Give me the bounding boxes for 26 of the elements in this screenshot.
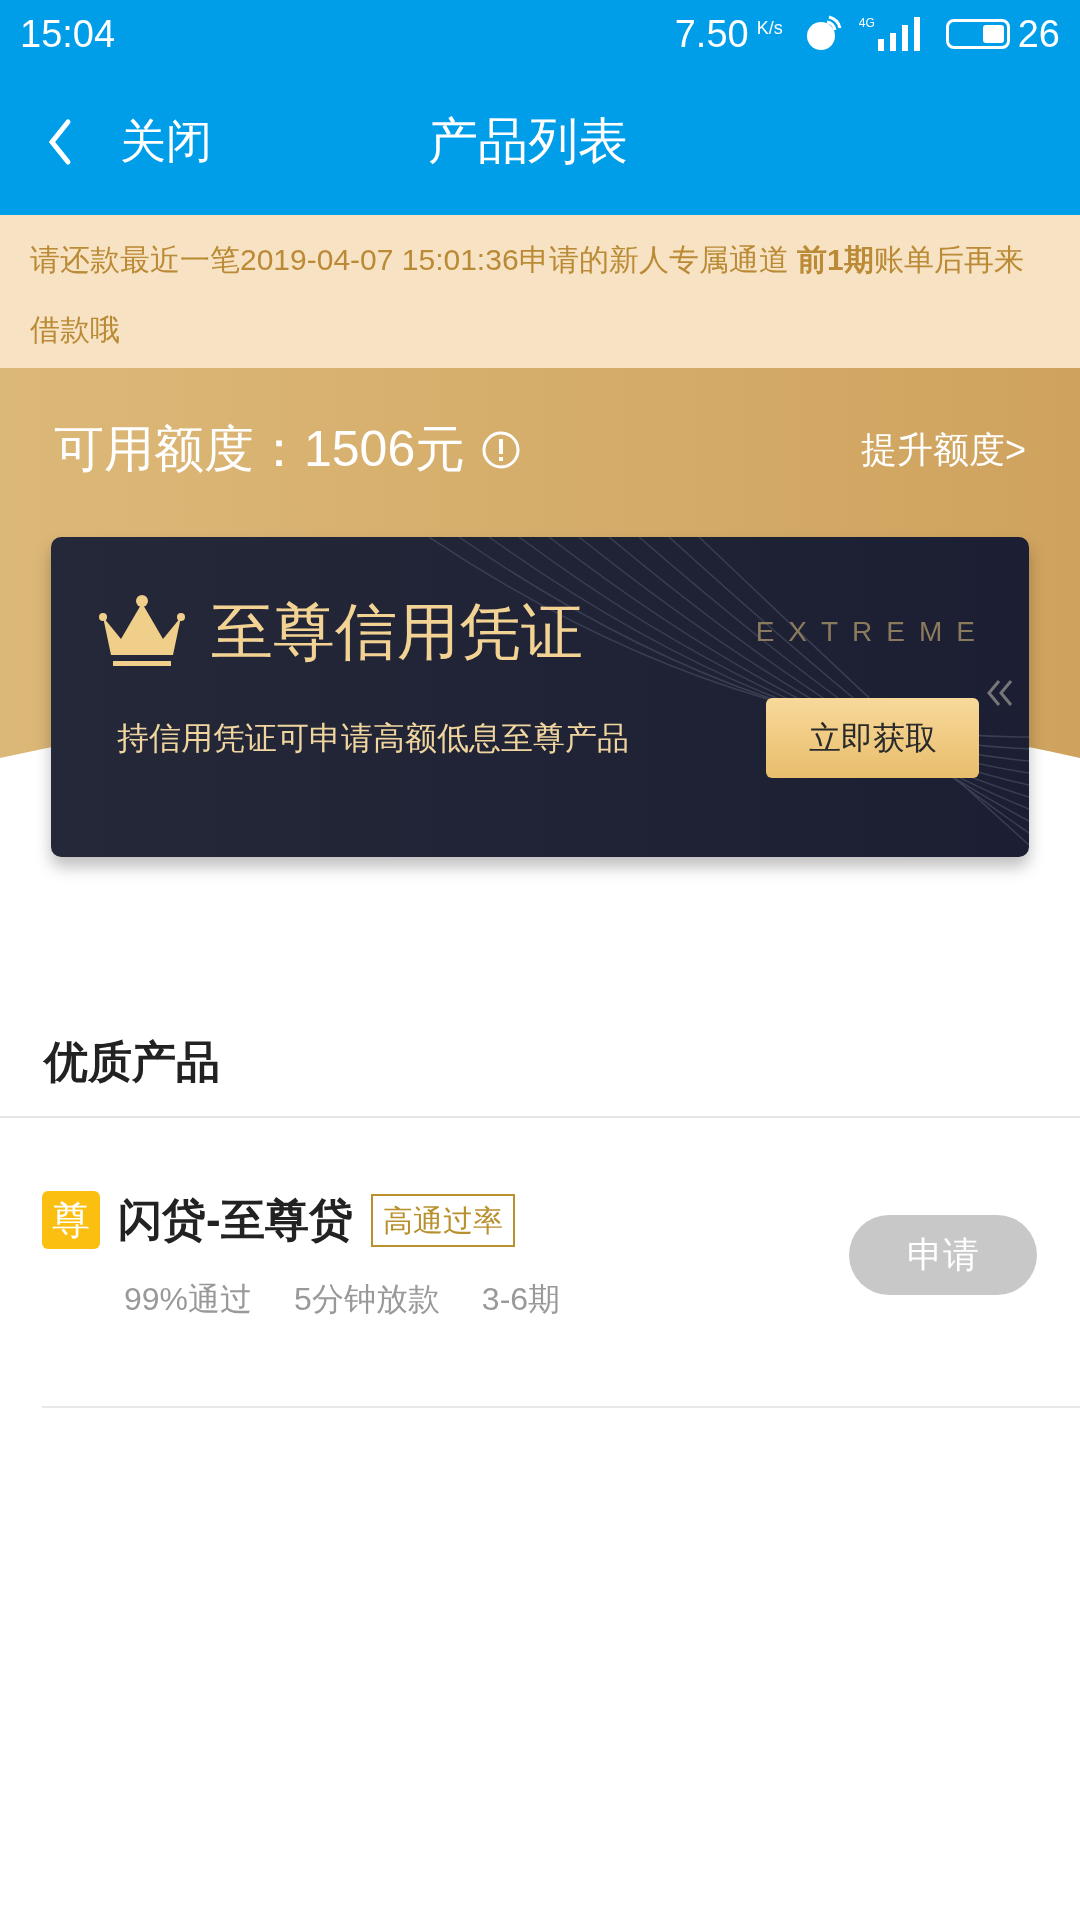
page-title: 产品列表 xyxy=(428,112,628,171)
extreme-label: EXTREME xyxy=(755,614,989,649)
available-credit: 可用额度：1506元 xyxy=(54,420,466,479)
raise-limit-link[interactable]: 提升额度> xyxy=(860,422,1026,477)
clock: 15:04 xyxy=(20,11,116,57)
speed-unit: K/s xyxy=(756,16,783,40)
signal-icon xyxy=(877,17,922,51)
product-name: 闪贷-至尊贷 xyxy=(118,1194,353,1246)
back-icon xyxy=(48,117,72,166)
product-feature: 3-6期 xyxy=(481,1280,561,1319)
product-feature: 5分钟放款 xyxy=(294,1280,440,1319)
network-type: 4G xyxy=(858,17,875,29)
section-title: 优质产品 xyxy=(44,1036,220,1088)
crown-icon xyxy=(99,594,185,669)
info-icon[interactable] xyxy=(481,429,522,470)
battery-icon xyxy=(945,19,1010,49)
card-title: 至尊信用凭证 xyxy=(211,596,583,668)
product-feature: 99%通过 xyxy=(124,1280,253,1319)
close-button[interactable]: 关闭 xyxy=(48,107,212,176)
product-icon: 尊 xyxy=(42,1191,100,1249)
card-description: 持信用凭证可申请高额低息至尊产品 xyxy=(117,719,629,758)
get-now-button[interactable]: 立即获取 xyxy=(766,698,979,778)
product-tag: 高通过率 xyxy=(370,1193,515,1247)
network-speed: 7.50 xyxy=(674,11,749,57)
repayment-notice: 请还款最近一笔2019-04-07 15:01:36申请的新人专属通道 前1期账单后再来借款哦 xyxy=(30,242,1025,348)
battery-percent: 26 xyxy=(1017,11,1060,57)
